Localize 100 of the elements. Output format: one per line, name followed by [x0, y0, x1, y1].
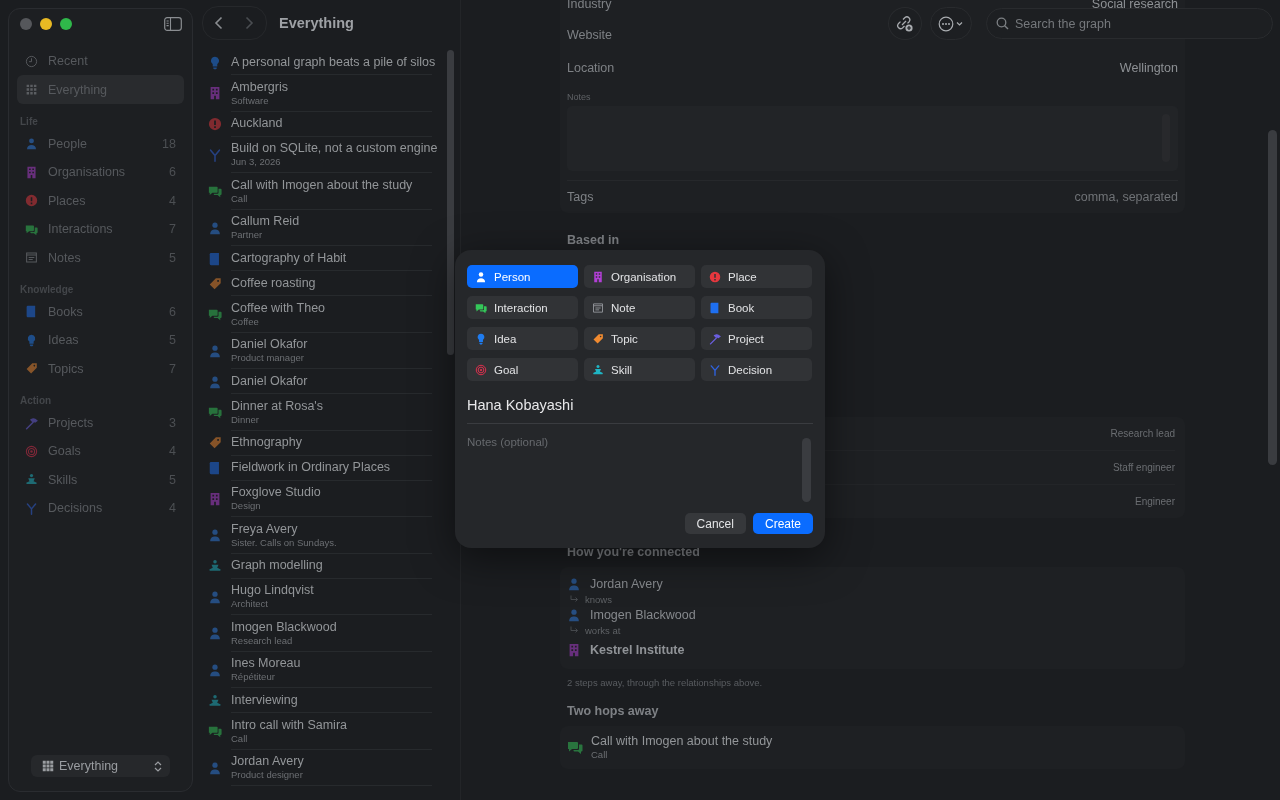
lightbulb-icon [475, 332, 487, 345]
search-field[interactable]: Search the graph [986, 8, 1273, 39]
section-heading: Two hops away [567, 704, 659, 718]
list-item[interactable]: Cartography of Habit [195, 246, 460, 271]
field-label: Notes [567, 92, 592, 102]
type-option[interactable]: Person [467, 265, 578, 288]
role-label: Staff engineer [1112, 462, 1175, 473]
list-item[interactable]: Intro call with Samira Call [195, 713, 460, 750]
list-item[interactable]: Freya Avery Sister. Calls on Sundays. [195, 517, 460, 554]
type-option[interactable]: Interaction [467, 296, 578, 319]
person-icon [208, 589, 222, 604]
relation-label: knows [585, 594, 612, 605]
section-heading: How you're connected [567, 545, 700, 559]
minimize-window-button[interactable] [40, 18, 52, 30]
book-icon [709, 301, 721, 314]
zoom-window-button[interactable] [60, 18, 72, 30]
alert-pin-icon [709, 270, 721, 283]
list-item[interactable]: Fieldwork in Ordinary Places [195, 455, 460, 481]
target-icon [475, 363, 487, 376]
list-item[interactable]: Call with Imogen about the study Call [567, 734, 1178, 761]
chat-bubbles-icon [208, 184, 222, 199]
node-name[interactable]: Imogen Blackwood [590, 608, 696, 622]
relation-label: works at [585, 625, 621, 636]
type-option[interactable]: Idea [467, 327, 578, 350]
section-heading: Based in [567, 233, 620, 247]
list-item[interactable]: Daniel Okafor Product manager [195, 332, 460, 369]
name-field[interactable]: Hana Kobayashi [467, 393, 813, 424]
hammer-icon [25, 416, 38, 430]
book-icon [208, 251, 222, 266]
lightbulb-icon [208, 55, 222, 70]
list-item[interactable]: Call with Imogen about the study Call [195, 173, 460, 210]
list-item[interactable]: Daniel Okafor [195, 369, 460, 394]
clock-icon [25, 54, 38, 68]
type-option[interactable]: Note [584, 296, 695, 319]
list-item[interactable]: Hugo Lindqvist Architect [195, 578, 460, 615]
create-button[interactable]: Create [752, 513, 813, 534]
person-icon [208, 760, 222, 775]
fork-icon [709, 363, 721, 376]
node-name[interactable]: Kestrel Institute [590, 643, 685, 657]
node-name[interactable]: Jordan Avery [590, 577, 663, 591]
list-item[interactable]: Coffee roasting [195, 271, 460, 296]
type-option[interactable]: Book [701, 296, 812, 319]
chat-bubbles-icon [208, 405, 222, 420]
list-item[interactable]: Imogen Blackwood Research lead [195, 615, 460, 652]
field-label: Website [567, 27, 612, 42]
list-item[interactable]: Interviewing [195, 688, 460, 713]
scope-popup-button[interactable]: Everything [31, 755, 170, 777]
person-icon [567, 577, 581, 591]
scrollbar-thumb[interactable] [447, 50, 454, 355]
person-icon [25, 137, 38, 151]
note-icon [592, 301, 604, 314]
list-item[interactable]: Callum Reid Partner [195, 209, 460, 246]
note-icon [25, 251, 38, 265]
hammer-icon [709, 332, 721, 345]
ellipsis-chevron-icon [938, 15, 964, 32]
list-item[interactable]: Dinner at Rosa's Dinner [195, 394, 460, 431]
tags-field[interactable]: comma, separated [978, 190, 1178, 204]
list-item[interactable]: Foxglove Studio Design [195, 480, 460, 517]
figure-icon [25, 473, 38, 487]
search-icon [996, 17, 1009, 30]
type-option[interactable]: Place [701, 265, 812, 288]
role-label: Engineer [1134, 496, 1175, 507]
person-icon [208, 220, 222, 235]
alert-pin-icon [208, 117, 222, 131]
list-item[interactable]: A personal graph beats a pile of silos [195, 50, 460, 75]
list-item[interactable]: Ambergris Software [195, 75, 460, 112]
type-option[interactable]: Goal [467, 358, 578, 381]
person-icon [567, 608, 581, 622]
list-item[interactable]: Coffee with Theo Coffee [195, 296, 460, 333]
list-item[interactable]: Build on SQLite, not a custom engine Jun 3, 2026 [195, 136, 460, 173]
list-item[interactable]: Ines Moreau Répétiteur [195, 651, 460, 688]
list-item[interactable]: Auckland [195, 111, 460, 137]
figure-icon [208, 693, 222, 708]
list-item[interactable]: Jordan Avery Product designer [195, 749, 460, 786]
type-option[interactable]: Decision [701, 358, 812, 381]
field-value: Wellington [1119, 60, 1178, 75]
book-icon [208, 461, 222, 475]
list-item[interactable]: Graph modelling [195, 553, 460, 579]
building-icon [25, 165, 38, 179]
type-option[interactable]: Topic [584, 327, 695, 350]
type-option[interactable]: Project [701, 327, 812, 350]
scrollbar-thumb[interactable] [1268, 130, 1277, 465]
sidebar-toggle-icon[interactable] [164, 17, 182, 31]
type-option[interactable]: Skill [584, 358, 695, 381]
cancel-button[interactable]: Cancel [684, 513, 746, 534]
type-option[interactable]: Organisation [584, 265, 695, 288]
building-icon [208, 491, 222, 506]
list-title: Everything [279, 15, 354, 31]
figure-icon [592, 363, 604, 376]
building-icon [567, 643, 581, 657]
chat-bubbles-icon [208, 724, 222, 739]
tag-icon [208, 436, 222, 450]
field-label: Location [567, 60, 615, 75]
notes-field[interactable]: Notes (optional) [467, 432, 813, 504]
chat-bubbles-icon [25, 222, 38, 236]
fork-icon [25, 501, 38, 515]
back-icon[interactable] [214, 16, 224, 30]
person-icon [208, 662, 222, 677]
list-item[interactable]: Ethnography [195, 430, 460, 456]
tag-icon [208, 276, 222, 291]
